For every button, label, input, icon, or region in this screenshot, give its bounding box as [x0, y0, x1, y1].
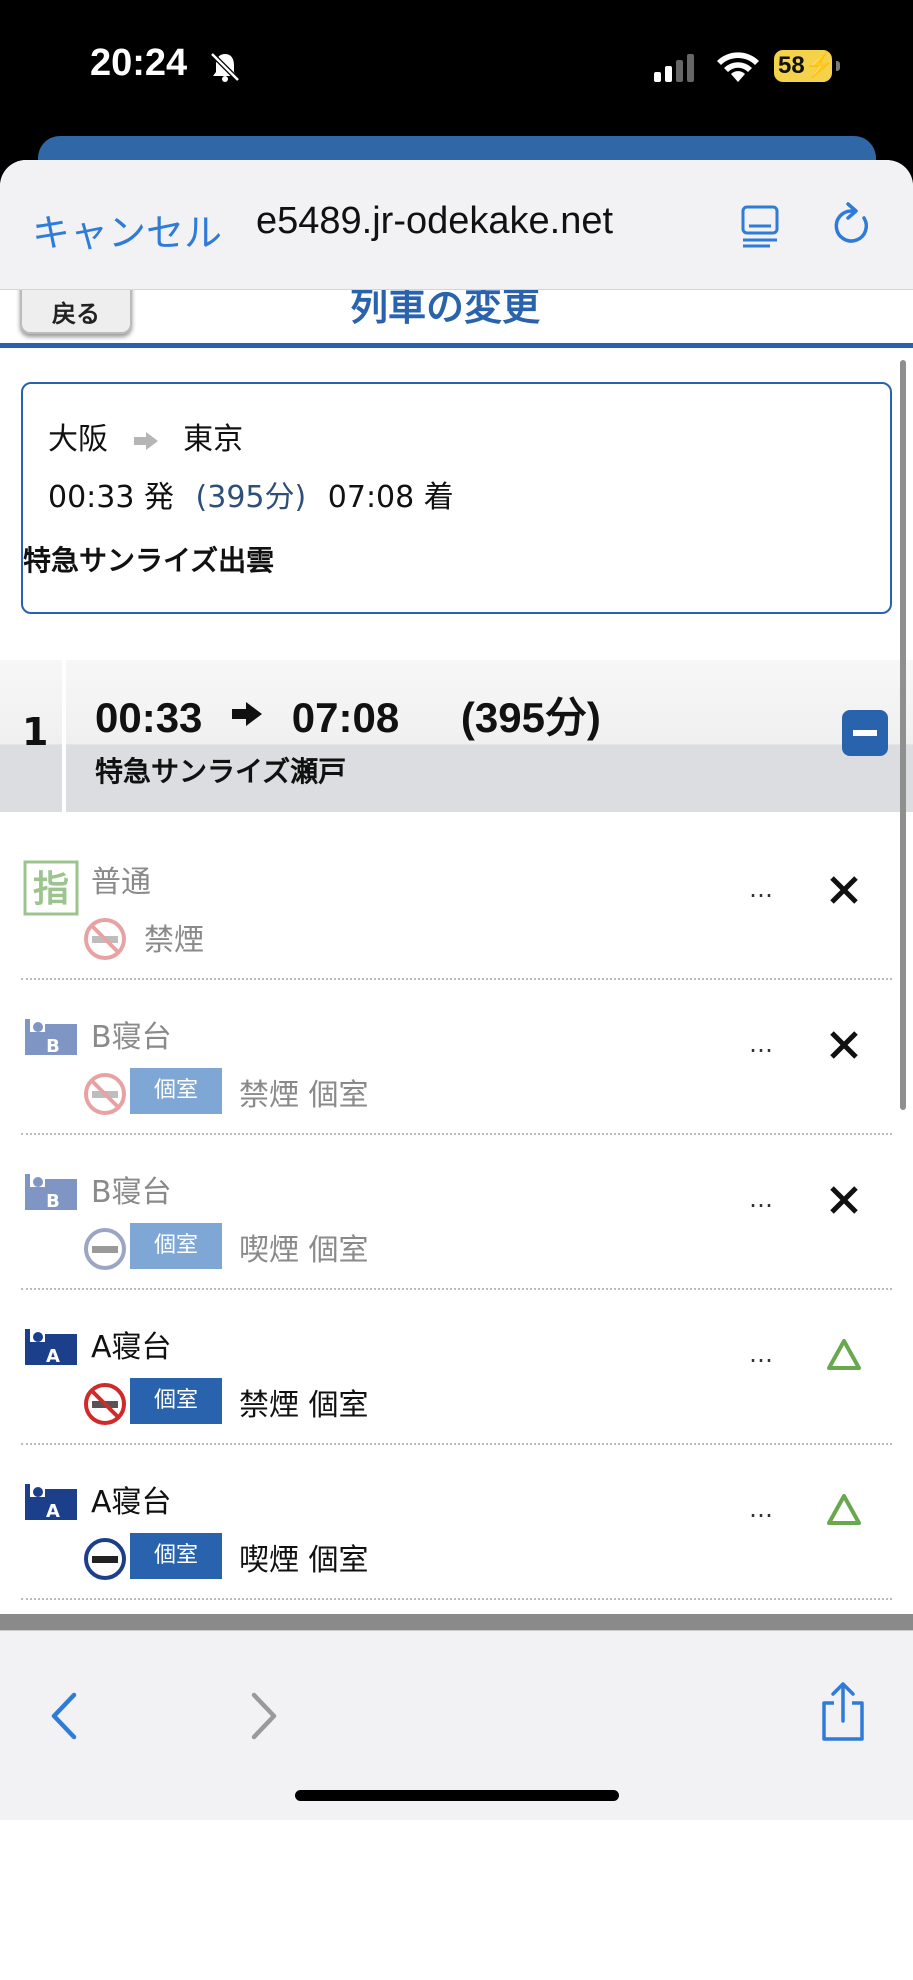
a-sleeper-icon: A	[25, 1329, 77, 1367]
a-sleeper-icon: A	[25, 1484, 77, 1522]
summary-depart: 00:33 発	[48, 480, 174, 515]
train-row-depart: 00:33	[95, 694, 203, 741]
seat-description: 禁煙	[144, 923, 204, 958]
more-info-dots[interactable]: …	[749, 1185, 775, 1213]
no-smoking-icon	[84, 918, 126, 960]
more-info-dots[interactable]: …	[749, 875, 775, 903]
seat-description: 禁煙 個室	[239, 1388, 369, 1423]
scrollbar[interactable]	[900, 360, 906, 1110]
summary-arrive: 07:08 着	[327, 480, 454, 515]
url-label: e5489.jr-odekake.net	[256, 200, 614, 242]
more-info-dots[interactable]: …	[749, 1340, 775, 1368]
private-room-tag: 個室	[130, 1378, 222, 1424]
train-row-times: 00:33 07:08 (395分)	[95, 684, 601, 745]
few-seats-left-icon	[827, 1339, 861, 1370]
unavailable-icon	[830, 1031, 858, 1059]
page-title: 列車の変更	[350, 290, 541, 329]
collapse-button[interactable]	[842, 710, 888, 756]
seat-option[interactable]: 指 普通 禁煙 …	[21, 825, 892, 980]
a-sleeper-icon-text: A	[46, 1346, 60, 1367]
b-sleeper-icon-text: B	[46, 1036, 60, 1057]
smoking-icon	[84, 1538, 126, 1580]
private-room-tag: 個室	[130, 1223, 222, 1269]
train-row-duration: (395分)	[460, 694, 601, 741]
train-row[interactable]: 1 00:33 07:08 (395分) 特急サンライズ瀬戸	[0, 660, 913, 812]
smoking-icon	[84, 1228, 126, 1270]
reload-icon[interactable]	[830, 202, 874, 248]
share-icon[interactable]	[818, 1681, 868, 1743]
browser-header: キャンセル e5489.jr-odekake.net	[0, 160, 913, 290]
few-seats-left-icon	[827, 1494, 861, 1525]
page-header: 戻る 列車の変更	[0, 290, 913, 348]
unavailable-icon	[830, 1186, 858, 1214]
no-smoking-icon	[84, 1073, 126, 1115]
wifi-icon	[717, 52, 759, 82]
cancel-button[interactable]: キャンセル	[32, 202, 222, 257]
summary-train-name: 特急サンライズ出雲	[23, 544, 275, 577]
b-sleeper-icon: B	[25, 1174, 77, 1212]
no-smoking-icon	[84, 1383, 126, 1425]
seat-description: 禁煙 個室	[239, 1078, 369, 1113]
reserved-seat-icon-text: 指	[33, 869, 69, 910]
reserved-seat-icon: 指	[23, 860, 79, 916]
status-bar: 20:24 58⚡	[0, 0, 913, 140]
seat-description: 喫煙 個室	[239, 1233, 369, 1268]
seat-class: A寝台	[91, 1330, 172, 1365]
b-sleeper-icon-text: B	[46, 1191, 60, 1212]
back-arrow-icon[interactable]	[48, 1691, 82, 1741]
forward-arrow-icon[interactable]	[246, 1691, 280, 1741]
seat-option[interactable]: B B寝台 個室 禁煙 個室 …	[21, 980, 892, 1135]
summary-times: 00:33 発 (395分) 07:08 着	[48, 472, 454, 516]
seat-class: B寝台	[91, 1175, 172, 1210]
a-sleeper-icon-text: A	[46, 1501, 60, 1522]
bell-muted-icon	[210, 52, 240, 82]
cellular-signal-icon	[654, 54, 694, 82]
battery-indicator: 58⚡	[774, 50, 840, 82]
seat-option[interactable]: B B寝台 個室 喫煙 個室 …	[21, 1135, 892, 1290]
home-indicator	[295, 1790, 619, 1801]
seat-description: 喫煙 個室	[239, 1543, 369, 1578]
battery-level: 58	[778, 52, 805, 79]
seat-class: B寝台	[91, 1020, 172, 1055]
seat-option[interactable]: A A寝台 個室 禁煙 個室 …	[21, 1290, 892, 1445]
arrow-right-icon	[232, 702, 263, 726]
divider	[62, 660, 66, 812]
reader-view-icon[interactable]	[740, 204, 780, 248]
train-row-name: 特急サンライズ瀬戸	[95, 755, 347, 788]
divider	[0, 1614, 913, 1630]
train-row-number: 1	[22, 710, 49, 754]
back-button[interactable]: 戻る	[20, 290, 132, 334]
status-time: 20:24	[90, 42, 188, 84]
seat-class: A寝台	[91, 1485, 172, 1520]
seat-class: 普通	[91, 865, 151, 900]
route: 大阪 東京	[48, 414, 243, 458]
private-room-tag: 個室	[130, 1533, 222, 1579]
more-info-dots[interactable]: …	[749, 1495, 775, 1523]
journey-summary: 大阪 東京 00:33 発 (395分) 07:08 着 特急サンライズ出雲	[21, 382, 892, 614]
arrow-right-icon	[133, 431, 158, 450]
seat-option[interactable]: A A寝台 個室 喫煙 個室 …	[21, 1445, 892, 1600]
unavailable-icon	[830, 876, 858, 904]
private-room-tag: 個室	[130, 1068, 222, 1114]
route-from: 大阪	[48, 422, 108, 457]
train-row-arrive: 07:08	[291, 694, 400, 741]
b-sleeper-icon: B	[25, 1019, 77, 1057]
route-to: 東京	[183, 422, 244, 457]
more-info-dots[interactable]: …	[749, 1030, 775, 1058]
summary-duration: (395分)	[195, 480, 307, 515]
